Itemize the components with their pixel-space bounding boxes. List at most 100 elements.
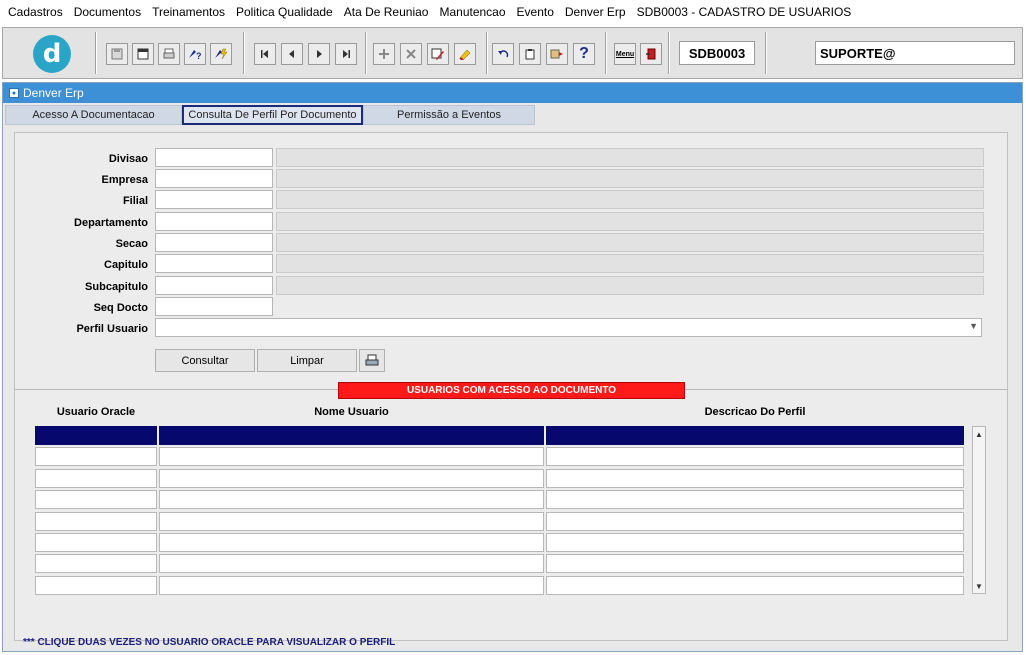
perfil-usuario-label: Perfil Usuario [76, 323, 148, 335]
menu-documentos[interactable]: Documentos [74, 5, 141, 19]
results-section-title: USUARIOS COM ACESSO AO DOCUMENTO [338, 382, 685, 399]
divisao-field[interactable] [155, 148, 273, 167]
clear-icon[interactable] [454, 43, 476, 65]
usuario-oracle-cell[interactable] [35, 426, 157, 445]
hint-text: *** CLIQUE DUAS VEZES NO USUARIO ORACLE … [23, 637, 396, 648]
menu-cadastros[interactable]: Cadastros [8, 5, 63, 19]
secao-label: Secao [115, 238, 148, 250]
nome-usuario-cell[interactable] [159, 490, 544, 509]
divisao-label: Divisao [108, 153, 148, 165]
perfil-usuario-select[interactable]: ▼ [155, 318, 982, 337]
usuario-oracle-cell[interactable] [35, 447, 157, 466]
column-header-nome-usuario: Nome Usuario [314, 406, 389, 418]
usuario-oracle-cell[interactable] [35, 490, 157, 509]
menu-icon[interactable]: Menu [614, 43, 636, 65]
tab-permissao-eventos[interactable]: Permissão a Eventos [363, 105, 535, 125]
toolbar-separator [605, 32, 607, 74]
delete-record-icon[interactable] [400, 43, 422, 65]
last-record-icon[interactable] [335, 43, 357, 65]
insert-record-icon[interactable] [373, 43, 395, 65]
descricao-perfil-cell[interactable] [546, 576, 964, 595]
menu-manutencao[interactable]: Manutencao [439, 5, 505, 19]
nome-usuario-cell[interactable] [159, 447, 544, 466]
nome-usuario-cell[interactable] [159, 512, 544, 531]
undo-icon[interactable] [492, 43, 514, 65]
nome-usuario-cell[interactable] [159, 554, 544, 573]
menu-bar: Cadastros Documentos Treinamentos Politi… [0, 0, 1026, 24]
print-icon [365, 354, 379, 366]
subcapitulo-label: Subcapitulo [85, 281, 148, 293]
scroll-up-icon[interactable]: ▲ [974, 429, 984, 439]
divisao-desc [276, 148, 984, 167]
descricao-perfil-cell[interactable] [546, 512, 964, 531]
nome-usuario-cell[interactable] [159, 533, 544, 552]
scroll-down-icon[interactable]: ▼ [974, 581, 984, 591]
menu-denver-erp[interactable]: Denver Erp [565, 5, 626, 19]
menu-ata-de-reuniao[interactable]: Ata De Reuniao [344, 5, 429, 19]
usuario-oracle-cell[interactable] [35, 554, 157, 573]
subcapitulo-field[interactable] [155, 276, 273, 295]
menu-evento[interactable]: Evento [517, 5, 554, 19]
toolbar-separator [486, 32, 488, 74]
departamento-field[interactable] [155, 212, 273, 231]
grid-scrollbar[interactable]: ▲ ▼ [972, 426, 986, 594]
save-icon[interactable] [106, 43, 128, 65]
previous-record-icon[interactable] [281, 43, 303, 65]
edit-icon[interactable] [427, 43, 449, 65]
descricao-perfil-cell[interactable] [546, 490, 964, 509]
help-query-icon[interactable]: ? [184, 43, 206, 65]
next-record-icon[interactable] [308, 43, 330, 65]
toolbar-separator [365, 32, 367, 74]
secao-field[interactable] [155, 233, 273, 252]
help-icon[interactable]: ? [573, 43, 595, 65]
empresa-label: Empresa [101, 174, 148, 186]
tab-acesso-documentacao[interactable]: Acesso A Documentacao [5, 105, 182, 125]
descricao-perfil-cell[interactable] [546, 533, 964, 552]
exit-icon[interactable] [640, 43, 662, 65]
menu-politica-qualidade[interactable]: Politica Qualidade [236, 5, 333, 19]
print-button[interactable] [359, 349, 385, 372]
empresa-field[interactable] [155, 169, 273, 188]
limpar-button[interactable]: Limpar [257, 349, 357, 372]
usuario-oracle-cell[interactable] [35, 512, 157, 531]
usuario-oracle-cell[interactable] [35, 576, 157, 595]
nome-usuario-cell[interactable] [159, 426, 544, 445]
descricao-perfil-cell[interactable] [546, 554, 964, 573]
tab-consulta-perfil-documento[interactable]: Consulta De Perfil Por Documento [182, 105, 363, 125]
usuario-oracle-cell[interactable] [35, 533, 157, 552]
empresa-desc [276, 169, 984, 188]
nome-usuario-cell[interactable] [159, 576, 544, 595]
departamento-desc [276, 212, 984, 231]
window-icon[interactable] [132, 43, 154, 65]
column-header-descricao-perfil: Descricao Do Perfil [704, 406, 806, 418]
toolbar-separator [243, 32, 245, 74]
toolbar-separator [765, 32, 767, 74]
window-icon: ● [9, 88, 19, 98]
clipboard-icon[interactable] [519, 43, 541, 65]
window-title-bar: ● Denver Erp [3, 83, 1022, 103]
consultar-button[interactable]: Consultar [155, 349, 255, 372]
execute-query-icon[interactable] [210, 43, 232, 65]
tab-bar: Acesso A Documentacao Consulta De Perfil… [5, 105, 535, 125]
form-panel: Divisao Empresa Filial Departamento Seca… [14, 132, 1008, 641]
form-code-box: SDB0003 [679, 41, 755, 65]
descricao-perfil-cell[interactable] [546, 426, 964, 445]
filial-desc [276, 190, 984, 209]
list-icon[interactable] [546, 43, 568, 65]
chevron-down-icon: ▼ [969, 321, 978, 331]
subcapitulo-desc [276, 276, 984, 295]
toolbar-separator [95, 32, 97, 74]
filial-field[interactable] [155, 190, 273, 209]
seq-docto-field[interactable] [155, 297, 273, 316]
menu-treinamentos[interactable]: Treinamentos [152, 5, 225, 19]
filial-label: Filial [122, 195, 148, 207]
descricao-perfil-cell[interactable] [546, 469, 964, 488]
svg-text:?: ? [196, 51, 202, 60]
usuario-oracle-cell[interactable] [35, 469, 157, 488]
first-record-icon[interactable] [254, 43, 276, 65]
capitulo-desc [276, 254, 984, 273]
print-icon[interactable] [158, 43, 180, 65]
nome-usuario-cell[interactable] [159, 469, 544, 488]
capitulo-field[interactable] [155, 254, 273, 273]
descricao-perfil-cell[interactable] [546, 447, 964, 466]
